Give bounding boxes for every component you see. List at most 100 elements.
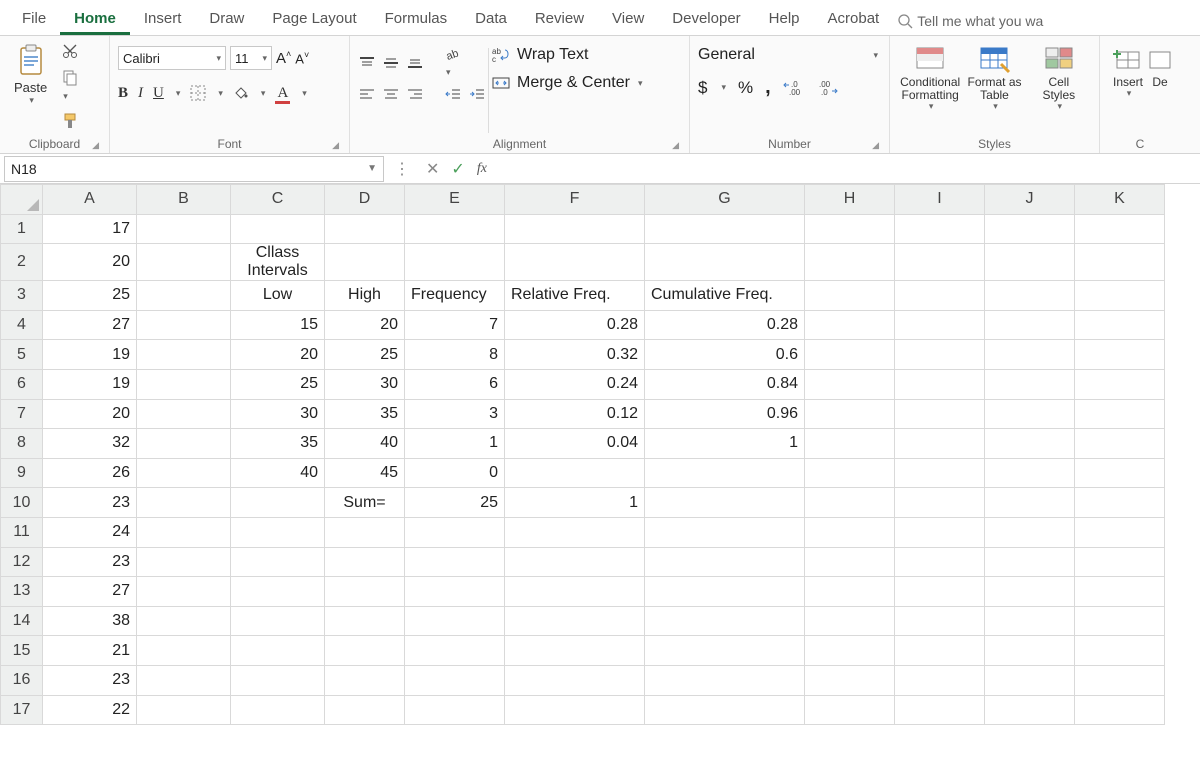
cell[interactable] xyxy=(1075,665,1165,695)
tab-help[interactable]: Help xyxy=(755,4,814,35)
number-format-combo[interactable]: General▾ xyxy=(698,46,878,64)
cell[interactable] xyxy=(137,547,231,577)
cell[interactable] xyxy=(1075,547,1165,577)
cell[interactable] xyxy=(985,665,1075,695)
cell[interactable] xyxy=(137,458,231,488)
cell[interactable] xyxy=(1075,636,1165,666)
cell[interactable] xyxy=(405,695,505,725)
column-header[interactable]: C xyxy=(231,185,325,215)
cell[interactable]: 0.84 xyxy=(645,369,805,399)
row-header[interactable]: 15 xyxy=(1,636,43,666)
cell[interactable] xyxy=(895,214,985,244)
cell[interactable]: 23 xyxy=(43,488,137,518)
cell[interactable] xyxy=(405,606,505,636)
cell[interactable] xyxy=(895,517,985,547)
select-all-corner[interactable] xyxy=(1,185,43,215)
wrap-text-button[interactable]: abc Wrap Text xyxy=(491,46,642,64)
cell-styles-button[interactable]: CellStyles▾ xyxy=(1032,44,1086,112)
name-box[interactable]: N18 ▼ xyxy=(4,156,384,182)
cell[interactable] xyxy=(137,606,231,636)
cell[interactable]: 0.32 xyxy=(505,340,645,370)
cell[interactable]: 8 xyxy=(405,340,505,370)
enter-formula-button[interactable]: ✓ xyxy=(451,159,464,179)
insert-cells-button[interactable]: Insert▾ xyxy=(1108,44,1148,99)
cell[interactable] xyxy=(325,577,405,607)
cell[interactable]: 35 xyxy=(325,399,405,429)
cell[interactable] xyxy=(405,244,505,281)
column-header[interactable]: D xyxy=(325,185,405,215)
cell[interactable]: 1 xyxy=(645,429,805,459)
decrease-indent-button[interactable] xyxy=(444,86,462,102)
cell[interactable] xyxy=(805,665,895,695)
cell[interactable] xyxy=(805,458,895,488)
accounting-format-button[interactable]: $ xyxy=(698,78,707,98)
cell[interactable]: 23 xyxy=(43,547,137,577)
column-header[interactable]: G xyxy=(645,185,805,215)
cell[interactable] xyxy=(805,281,895,311)
alignment-dialog-launcher[interactable]: ◢ xyxy=(672,140,679,151)
cell[interactable]: 20 xyxy=(231,340,325,370)
row-header[interactable]: 17 xyxy=(1,695,43,725)
cell[interactable] xyxy=(325,636,405,666)
cell[interactable]: 0.96 xyxy=(645,399,805,429)
insert-function-button[interactable]: fx xyxy=(477,161,487,177)
cell[interactable]: 20 xyxy=(43,244,137,281)
tab-formulas[interactable]: Formulas xyxy=(371,4,462,35)
cell[interactable] xyxy=(505,458,645,488)
cell[interactable] xyxy=(137,399,231,429)
cell[interactable] xyxy=(231,214,325,244)
cell[interactable]: 25 xyxy=(231,369,325,399)
cell[interactable]: 15 xyxy=(231,310,325,340)
cell[interactable] xyxy=(985,340,1075,370)
increase-decimal-button[interactable]: .0.00 xyxy=(783,80,805,96)
cell[interactable] xyxy=(645,695,805,725)
cell[interactable] xyxy=(645,517,805,547)
cell[interactable] xyxy=(325,214,405,244)
cell[interactable] xyxy=(805,310,895,340)
cell[interactable] xyxy=(325,517,405,547)
cut-button[interactable] xyxy=(57,40,83,62)
copy-button[interactable]: ▾ xyxy=(57,66,83,106)
cell[interactable]: 1 xyxy=(505,488,645,518)
cell[interactable]: Low xyxy=(231,281,325,311)
row-header[interactable]: 14 xyxy=(1,606,43,636)
cell[interactable] xyxy=(405,636,505,666)
cell[interactable] xyxy=(805,340,895,370)
row-header[interactable]: 9 xyxy=(1,458,43,488)
row-header[interactable]: 6 xyxy=(1,369,43,399)
cell[interactable] xyxy=(505,577,645,607)
row-header[interactable]: 10 xyxy=(1,488,43,518)
cell[interactable] xyxy=(895,281,985,311)
clipboard-dialog-launcher[interactable]: ◢ xyxy=(92,140,99,151)
comma-format-button[interactable]: , xyxy=(765,76,771,99)
cell[interactable] xyxy=(985,369,1075,399)
cell[interactable] xyxy=(405,517,505,547)
column-header[interactable]: B xyxy=(137,185,231,215)
paste-button[interactable]: Paste ▾ xyxy=(8,40,53,126)
align-middle-button[interactable] xyxy=(382,55,400,71)
cell[interactable] xyxy=(137,636,231,666)
cell[interactable] xyxy=(985,577,1075,607)
cell[interactable] xyxy=(805,577,895,607)
cell[interactable]: 25 xyxy=(405,488,505,518)
font-color-button[interactable]: A xyxy=(275,84,290,102)
cell[interactable] xyxy=(985,606,1075,636)
cell[interactable] xyxy=(895,458,985,488)
cell[interactable]: 40 xyxy=(231,458,325,488)
cell[interactable] xyxy=(985,547,1075,577)
align-left-button[interactable] xyxy=(358,86,376,102)
cell[interactable] xyxy=(1075,488,1165,518)
cell[interactable] xyxy=(137,244,231,281)
percent-format-button[interactable]: % xyxy=(738,78,753,98)
cell[interactable] xyxy=(985,695,1075,725)
cell[interactable] xyxy=(895,636,985,666)
tab-insert[interactable]: Insert xyxy=(130,4,196,35)
conditional-formatting-button[interactable]: ConditionalFormatting▾ xyxy=(903,44,957,112)
bold-button[interactable]: B xyxy=(118,85,128,102)
cell[interactable] xyxy=(405,214,505,244)
column-header[interactable]: K xyxy=(1075,185,1165,215)
cell[interactable] xyxy=(645,547,805,577)
cell[interactable] xyxy=(645,244,805,281)
cell[interactable] xyxy=(231,665,325,695)
column-header[interactable]: H xyxy=(805,185,895,215)
